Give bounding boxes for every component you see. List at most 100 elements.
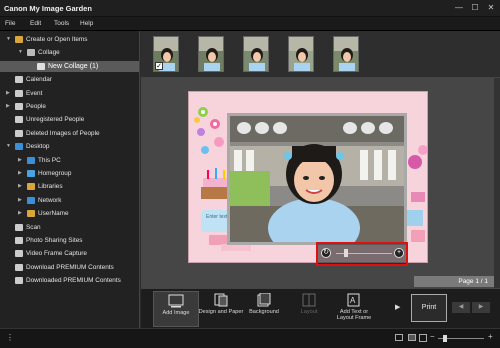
maximize-button[interactable]: ☐ [468, 2, 482, 14]
sidebar-item[interactable]: Unregistered People [0, 114, 139, 125]
expand-right-icon[interactable]: ▶ [18, 181, 22, 192]
sidebar-item[interactable]: ▶ Network [0, 195, 139, 206]
next-arrow-icon[interactable]: ▶ [472, 302, 490, 313]
expand-right-icon[interactable]: ▶ [18, 195, 22, 206]
title-bar: Canon My Image Garden — ☐ ✕ [0, 0, 500, 17]
expand-down-icon[interactable]: ▼ [6, 141, 11, 152]
expand-down-icon[interactable]: ▼ [6, 34, 11, 45]
sidebar-item[interactable]: Downloaded PREMIUM Contents [0, 275, 139, 286]
user-folder-icon [27, 210, 35, 218]
sidebar-item[interactable]: Calendar [0, 74, 139, 85]
sidebar-item-label: Download PREMIUM Contents [26, 263, 114, 271]
sidebar-item-label: Collage [38, 49, 60, 57]
menu-tools[interactable]: Tools [54, 20, 69, 27]
sidebar-item[interactable]: ▶ This PC [0, 155, 139, 166]
design-and-paper-label: Design and Paper [198, 309, 244, 315]
rotate-icon[interactable]: ↻ [321, 248, 331, 258]
more-tools-arrow-icon[interactable]: ▶ [395, 303, 400, 311]
sidebar-item[interactable]: ▶ UserName [0, 208, 139, 219]
sidebar-item-label: Unregistered People [26, 116, 85, 124]
page-zoom-handle[interactable] [442, 335, 447, 342]
image-thumbnail[interactable] [288, 36, 314, 72]
sidebar-item[interactable]: Deleted Images of People [0, 128, 139, 139]
background-icon [257, 293, 271, 307]
create-icon [15, 36, 23, 43]
network-icon [27, 196, 35, 204]
fit-page-icon[interactable] [419, 334, 427, 342]
sidebar-item[interactable]: ▼ Create or Open Items [0, 34, 139, 45]
window-title: Canon My Image Garden [4, 4, 92, 13]
sidebar-tree: ▼ Create or Open Items ▼ Collage New Collage… [0, 31, 140, 328]
vertical-scrollbar[interactable] [494, 78, 500, 288]
download-premium-icon [15, 263, 23, 271]
image-thumbnail[interactable]: ✓ [153, 36, 179, 72]
close-button[interactable]: ✕ [484, 2, 498, 14]
sidebar-item[interactable]: ▶ Homegroup [0, 168, 139, 179]
expand-right-icon[interactable]: ▶ [18, 155, 22, 166]
sidebar-item-label: Calendar [26, 76, 52, 84]
background-button[interactable]: Background [241, 291, 287, 327]
expand-down-icon[interactable]: ▼ [18, 47, 23, 58]
sidebar-item-label: Downloaded PREMIUM Contents [26, 277, 121, 285]
sidebar-item[interactable]: ▶ Libraries [0, 181, 139, 192]
sidebar-item-label: Deleted Images of People [26, 129, 100, 137]
layout-button[interactable]: Layout [286, 291, 332, 327]
sidebar-item-label: Video Frame Capture [26, 250, 87, 258]
zoom-in-icon[interactable]: + [394, 248, 404, 258]
add-text-or-layout-frame-button[interactable]: A Add Text or Layout Frame [331, 291, 377, 327]
previous-arrow-icon[interactable]: ◀ [452, 302, 470, 313]
video-capture-icon [15, 250, 23, 258]
sidebar-item[interactable]: ▼ Collage [0, 47, 139, 58]
menu-edit[interactable]: Edit [30, 20, 41, 27]
minimize-button[interactable]: — [452, 2, 466, 14]
design-and-paper-button[interactable]: Design and Paper [198, 291, 244, 327]
zoom-out-icon[interactable]: − [430, 332, 435, 341]
sidebar-item[interactable]: ▼ Desktop [0, 141, 139, 152]
sidebar-item-label: Scan [26, 223, 41, 231]
menu-help[interactable]: Help [80, 20, 93, 27]
add-image-label: Add Image [162, 310, 190, 316]
add-text-icon: A [347, 293, 360, 307]
sidebar-item-label: Photo Sharing Sites [26, 237, 83, 244]
menu-dots-icon[interactable]: ⋮ [6, 333, 14, 342]
deleted-people-icon [15, 129, 23, 137]
homegroup-icon [27, 170, 35, 177]
zoom-in-icon[interactable]: + [488, 332, 493, 341]
libraries-icon [27, 183, 35, 191]
sidebar-item[interactable]: ▶ Event [0, 88, 139, 99]
print-button[interactable]: Print [411, 294, 447, 322]
this-pc-icon [27, 156, 35, 164]
window-controls: — ☐ ✕ [452, 2, 498, 14]
page-zoom-slider[interactable] [438, 335, 484, 342]
sidebar-item[interactable]: ▶ People [0, 101, 139, 112]
image-thumbnail[interactable] [198, 36, 224, 72]
unregistered-people-icon [15, 116, 23, 124]
menu-file[interactable]: File [5, 20, 15, 27]
background-label: Background [249, 309, 279, 315]
svg-text:A: A [350, 296, 356, 305]
expand-right-icon[interactable]: ▶ [18, 208, 22, 219]
collage-photo-frame[interactable] [227, 113, 407, 245]
sidebar-item[interactable]: Scan [0, 222, 139, 233]
expand-right-icon[interactable]: ▶ [6, 101, 10, 112]
sidebar-item[interactable]: New Collage (1) [0, 60, 139, 72]
image-thumbnail[interactable] [333, 36, 359, 72]
image-thumbnail[interactable] [243, 36, 269, 72]
expand-right-icon[interactable]: ▶ [6, 88, 10, 99]
add-image-icon [168, 294, 184, 308]
design-paper-icon [214, 293, 228, 307]
event-icon [15, 89, 23, 97]
sidebar-item[interactable]: Video Frame Capture [0, 248, 139, 259]
view-grid-icon[interactable] [408, 334, 416, 341]
sidebar-item[interactable]: Photo Sharing Sites [0, 235, 139, 246]
zoom-slider-handle[interactable] [344, 249, 348, 257]
checkbox-checked-icon[interactable]: ✓ [155, 62, 163, 70]
expand-right-icon[interactable]: ▶ [18, 168, 22, 179]
sidebar-item-label: This PC [38, 156, 61, 164]
add-image-button[interactable]: Add Image [153, 291, 199, 327]
collage-icon [27, 49, 35, 57]
photo-sharing-icon [15, 237, 23, 244]
view-single-icon[interactable] [395, 334, 403, 341]
sidebar-item[interactable]: Download PREMIUM Contents [0, 262, 139, 273]
canvas-text-placeholder[interactable]: Enter text [206, 214, 227, 220]
